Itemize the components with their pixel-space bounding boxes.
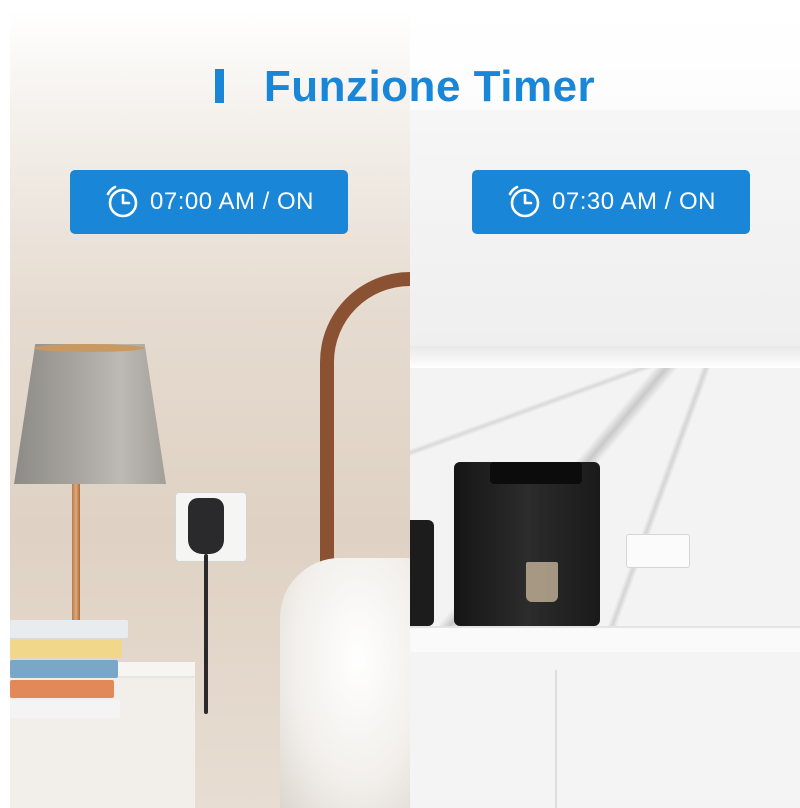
book-stack [10,620,130,740]
countertop [410,626,800,654]
bed-sheet [280,558,410,808]
plug-cable [204,554,208,714]
bedroom-scene [10,10,410,808]
title-bar-accent [214,69,224,103]
timer-label: 07:30 AM / ON [552,188,716,215]
kettle [410,520,434,626]
promo-image: Funzione Timer 07:00 AM / ON 07:30 AM / … [10,10,800,808]
kitchen-socket [626,534,690,568]
lamp-shade-rim [34,344,144,352]
clock-icon [508,185,540,218]
cabinet-door-seam [555,670,557,808]
coffee-machine [454,462,600,626]
clock-icon [106,185,138,218]
title-text: Funzione Timer [263,62,596,111]
timer-label: 07:00 AM / ON [150,188,314,215]
lamp-shade [14,344,166,484]
kitchen-scene [410,10,800,808]
lower-cabinet [410,652,800,808]
coffee-cup [526,562,558,602]
smart-plug [188,498,224,554]
cabinet-edge [410,346,800,368]
timer-badge-right: 07:30 AM / ON [472,170,750,234]
page-title: Funzione Timer [10,62,800,112]
lamp-pole [72,484,80,634]
coffee-machine-panel [490,462,582,484]
timer-badge-left: 07:00 AM / ON [70,170,348,234]
